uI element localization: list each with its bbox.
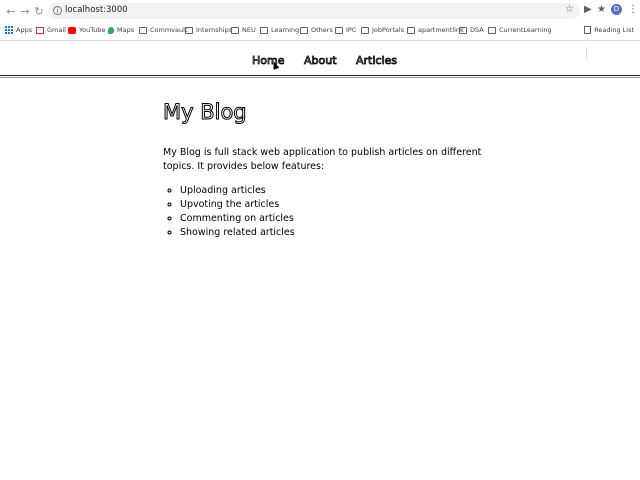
- bookmark-label: Gmail: [47, 26, 66, 34]
- bookmark-label: Learning: [271, 26, 300, 34]
- folder-icon: [260, 26, 268, 34]
- site-nav: Home About Articles: [0, 50, 640, 72]
- bookmark-label: IPC: [346, 26, 357, 34]
- url-text[interactable]: localhost:3000: [65, 5, 128, 15]
- intro-paragraph: My Blog is full stack web application to…: [163, 147, 482, 172]
- nav-divider-secondary: [0, 77, 640, 78]
- bookmark-commvault[interactable]: Commvault: [139, 26, 187, 34]
- reload-icon: ↻: [34, 4, 44, 18]
- bookmark-label: Apps: [16, 26, 33, 34]
- bookmark-apartmentlink[interactable]: apartmentlink: [407, 26, 464, 34]
- folder-icon: [300, 26, 308, 34]
- bookmark-apps[interactable]: Apps: [5, 26, 32, 34]
- page-title: My Blog: [163, 100, 248, 125]
- bookmark-others[interactable]: Others: [300, 26, 333, 34]
- apps-icon: [5, 26, 13, 34]
- bookmark-label: Maps: [117, 26, 135, 34]
- reading-list-label: Reading List: [594, 26, 634, 34]
- folder-icon: [139, 26, 147, 34]
- bookmark-currentlearning[interactable]: CurrentLearning: [488, 26, 552, 34]
- folder-icon: [185, 26, 193, 34]
- bookmark-label: apartmentlink: [418, 26, 464, 34]
- list-item: Uploading articles: [180, 184, 483, 198]
- bookmark-label: NEU: [242, 26, 256, 34]
- menu-kebab-icon[interactable]: ⋮: [628, 4, 638, 15]
- forward-button[interactable]: →: [18, 4, 32, 18]
- folder-icon: [361, 26, 369, 34]
- bookmark-dsa[interactable]: DSA: [459, 26, 484, 34]
- profile-avatar[interactable]: D: [611, 4, 622, 15]
- bookmark-label: Commvault: [150, 26, 188, 34]
- folder-icon: [488, 26, 496, 34]
- reading-list-icon: [584, 26, 592, 34]
- bookmark-maps[interactable]: Maps: [108, 26, 134, 34]
- folder-icon: [231, 26, 239, 34]
- list-item: Showing related articles: [180, 226, 483, 240]
- nav-link-about[interactable]: About: [304, 54, 337, 68]
- list-item: Commenting on articles: [180, 212, 483, 226]
- nav-link-articles[interactable]: Articles: [356, 54, 398, 68]
- bookmark-jobportals[interactable]: JobPortals: [361, 26, 404, 34]
- maps-pin-icon: [108, 26, 114, 34]
- bookmark-star-icon[interactable]: ☆: [565, 4, 574, 15]
- info-icon[interactable]: i: [53, 6, 62, 15]
- extension-icon[interactable]: ▶: [584, 4, 592, 15]
- browser-toolbar: ← → ↻ i localhost:3000 ☆ ▶ ★ D ⋮: [0, 0, 640, 22]
- extensions-puzzle-icon[interactable]: ★: [597, 4, 606, 15]
- main-content: My Blog My Blog is full stack web applic…: [163, 100, 483, 240]
- bookmark-label: JobPortals: [372, 26, 405, 34]
- bookmark-label: Others: [311, 26, 333, 34]
- bookmark-learning[interactable]: Learning: [260, 26, 299, 34]
- bookmark-youtube[interactable]: YouTube: [68, 26, 105, 34]
- reading-list-button[interactable]: Reading List: [584, 26, 634, 34]
- folder-icon: [459, 26, 467, 34]
- bookmarks-bar: Apps Gmail YouTube Maps Commvault Intern…: [0, 22, 640, 59]
- nav-link-home[interactable]: Home: [252, 54, 285, 68]
- nav-divider: [0, 75, 640, 76]
- bookmark-label: DSA: [470, 26, 484, 34]
- bookmark-label: CurrentLearning: [499, 26, 552, 34]
- bookmark-gmail[interactable]: Gmail: [36, 26, 66, 34]
- bookmark-internships[interactable]: Internships: [185, 26, 232, 34]
- back-button[interactable]: ←: [4, 4, 18, 18]
- folder-icon: [335, 26, 343, 34]
- bookmark-label: Internships: [196, 26, 233, 34]
- arrow-left-icon: ←: [6, 4, 16, 18]
- address-bar[interactable]: i localhost:3000 ☆: [48, 3, 580, 19]
- folder-icon: [407, 26, 415, 34]
- bookmark-label: YouTube: [79, 26, 106, 34]
- reload-button[interactable]: ↻: [32, 4, 46, 18]
- youtube-icon: [68, 26, 76, 34]
- gmail-icon: [36, 26, 44, 34]
- bookmark-ipc[interactable]: IPC: [335, 26, 356, 34]
- arrow-right-icon: →: [20, 4, 30, 18]
- list-item: Upvoting the articles: [180, 198, 483, 212]
- features-list: Uploading articles Upvoting the articles…: [163, 184, 483, 240]
- bookmark-neu[interactable]: NEU: [231, 26, 256, 34]
